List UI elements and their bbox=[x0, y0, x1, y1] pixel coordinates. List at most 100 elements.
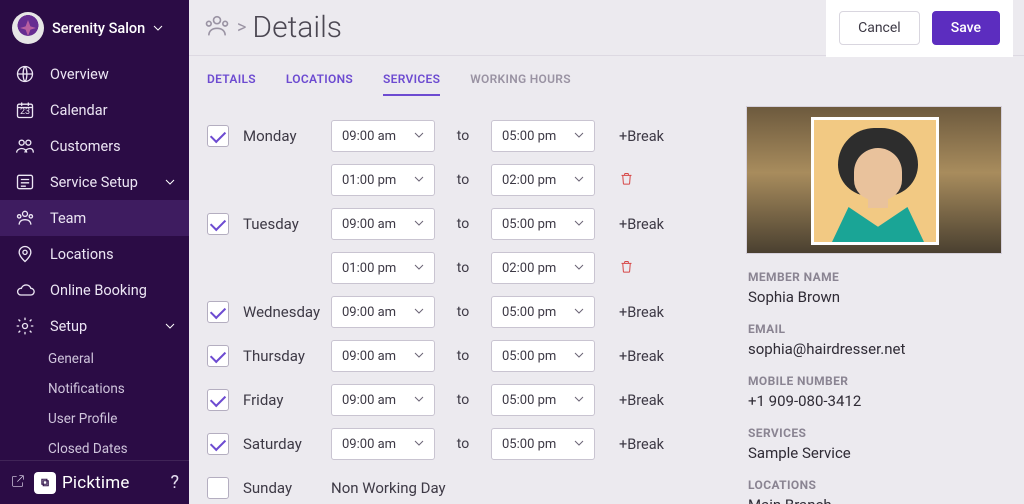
add-break-button[interactable]: +Break bbox=[619, 128, 664, 145]
member-services-value: Sample Service bbox=[748, 444, 1008, 462]
day-row: 01:00 pmto02:00 pm bbox=[207, 246, 736, 290]
from-time-select[interactable]: 09:00 am bbox=[331, 120, 435, 152]
team-breadcrumb-icon[interactable] bbox=[203, 12, 231, 44]
add-break-button[interactable]: +Break bbox=[619, 436, 664, 453]
org-switcher[interactable]: Serenity Salon bbox=[0, 0, 189, 56]
nav-online-booking[interactable]: Online Booking bbox=[0, 272, 189, 308]
cloud-icon bbox=[14, 279, 36, 301]
team-icon bbox=[14, 207, 36, 229]
nav-setup[interactable]: Setup bbox=[0, 308, 189, 344]
non-working-label: Non Working Day bbox=[331, 479, 446, 497]
day-checkbox[interactable] bbox=[207, 301, 229, 323]
to-time-select[interactable]: 05:00 pm bbox=[491, 428, 595, 460]
tab-locations[interactable]: LOCATIONS bbox=[286, 72, 353, 96]
selected-time: 01:00 pm bbox=[342, 173, 396, 188]
globe-icon bbox=[14, 63, 36, 85]
nav-setup-user-profile[interactable]: User Profile bbox=[0, 404, 189, 434]
day-checkbox[interactable] bbox=[207, 125, 229, 147]
member-email-value: sophia@hairdresser.net bbox=[748, 340, 1008, 358]
nav-setup-notifications[interactable]: Notifications bbox=[0, 374, 189, 404]
day-row: Tuesday09:00 amto05:00 pm+Break bbox=[207, 202, 736, 246]
day-checkbox[interactable] bbox=[207, 477, 229, 499]
day-row: Monday09:00 amto05:00 pm+Break bbox=[207, 114, 736, 158]
day-checkbox[interactable] bbox=[207, 389, 229, 411]
selected-time: 09:00 am bbox=[342, 129, 396, 144]
sidebar-footer: ⧉ Picktime ? bbox=[0, 460, 189, 504]
nav-setup-general[interactable]: General bbox=[0, 344, 189, 374]
from-time-select[interactable]: 09:00 am bbox=[331, 384, 435, 416]
from-time-select[interactable]: 09:00 am bbox=[331, 296, 435, 328]
to-time-select[interactable]: 05:00 pm bbox=[491, 296, 595, 328]
to-time-select[interactable]: 02:00 pm bbox=[491, 164, 595, 196]
selected-time: 09:00 am bbox=[342, 437, 396, 452]
to-label: to bbox=[435, 348, 491, 364]
member-name-value: Sophia Brown bbox=[748, 288, 1008, 306]
chevron-down-icon bbox=[574, 129, 584, 144]
to-label: to bbox=[435, 304, 491, 320]
add-break-button[interactable]: +Break bbox=[619, 392, 664, 409]
tab-details[interactable]: DETAILS bbox=[207, 72, 256, 96]
nav-label: Service Setup bbox=[50, 174, 138, 191]
nav-service-setup[interactable]: Service Setup bbox=[0, 164, 189, 200]
calendar-icon: 23 bbox=[14, 99, 36, 121]
to-time-select[interactable]: 05:00 pm bbox=[491, 120, 595, 152]
selected-time: 05:00 pm bbox=[502, 349, 556, 364]
external-link-icon[interactable] bbox=[10, 473, 26, 493]
add-break-button[interactable]: +Break bbox=[619, 348, 664, 365]
nav-calendar[interactable]: 23 Calendar bbox=[0, 92, 189, 128]
to-label: to bbox=[435, 128, 491, 144]
member-locations-value: Main Branch bbox=[748, 496, 1008, 504]
chevron-down-icon bbox=[414, 129, 424, 144]
day-checkbox[interactable] bbox=[207, 433, 229, 455]
member-mobile-value: +1 909-080-3412 bbox=[748, 392, 1008, 410]
content: Monday09:00 amto05:00 pm+Break01:00 pmto… bbox=[189, 96, 1024, 504]
from-time-select[interactable]: 01:00 pm bbox=[331, 164, 435, 196]
chevron-down-icon bbox=[574, 305, 584, 320]
add-break-button[interactable]: +Break bbox=[619, 304, 664, 321]
delete-slot-button[interactable] bbox=[619, 171, 634, 190]
delete-slot-button[interactable] bbox=[619, 259, 634, 278]
selected-time: 05:00 pm bbox=[502, 129, 556, 144]
chevron-down-icon bbox=[414, 261, 424, 276]
member-side-panel: MEMBER NAME Sophia Brown EMAIL sophia@ha… bbox=[746, 96, 1024, 504]
cancel-button[interactable]: Cancel bbox=[839, 11, 920, 45]
header-actions: Cancel Save bbox=[829, 2, 1010, 54]
nav-locations[interactable]: Locations bbox=[0, 236, 189, 272]
save-button[interactable]: Save bbox=[932, 11, 1000, 45]
from-time-select[interactable]: 09:00 am bbox=[331, 208, 435, 240]
page-header: > Details Cancel Save bbox=[189, 0, 1024, 56]
nav-setup-closed-dates[interactable]: Closed Dates bbox=[0, 434, 189, 460]
tab-services[interactable]: SERVICES bbox=[383, 72, 440, 96]
from-time-select[interactable]: 01:00 pm bbox=[331, 252, 435, 284]
chevron-down-icon bbox=[414, 393, 424, 408]
day-row: Saturday09:00 amto05:00 pm+Break bbox=[207, 422, 736, 466]
nav-label: Locations bbox=[50, 246, 114, 263]
from-time-select[interactable]: 09:00 am bbox=[331, 340, 435, 372]
help-button[interactable]: ? bbox=[170, 472, 179, 493]
sidebar: Serenity Salon Overview 23 Calendar Cust… bbox=[0, 0, 189, 504]
avatar-icon bbox=[811, 117, 939, 245]
selected-time: 01:00 pm bbox=[342, 261, 396, 276]
chevron-down-icon bbox=[414, 305, 424, 320]
to-time-select[interactable]: 05:00 pm bbox=[491, 340, 595, 372]
day-checkbox[interactable] bbox=[207, 213, 229, 235]
brand-text: Picktime bbox=[62, 473, 130, 493]
to-label: to bbox=[435, 172, 491, 188]
brand[interactable]: ⧉ Picktime bbox=[34, 472, 130, 494]
nav-label: Online Booking bbox=[50, 282, 147, 299]
to-time-select[interactable]: 05:00 pm bbox=[491, 384, 595, 416]
to-time-select[interactable]: 02:00 pm bbox=[491, 252, 595, 284]
nav-customers[interactable]: Customers bbox=[0, 128, 189, 164]
to-label: to bbox=[435, 392, 491, 408]
chevron-down-icon bbox=[414, 217, 424, 232]
add-break-button[interactable]: +Break bbox=[619, 216, 664, 233]
from-time-select[interactable]: 09:00 am bbox=[331, 428, 435, 460]
to-time-select[interactable]: 05:00 pm bbox=[491, 208, 595, 240]
day-checkbox[interactable] bbox=[207, 345, 229, 367]
breadcrumb-separator: > bbox=[237, 17, 246, 38]
tab-bar: DETAILS LOCATIONS SERVICES WORKING HOURS bbox=[189, 56, 1024, 96]
nav-overview[interactable]: Overview bbox=[0, 56, 189, 92]
nav-team[interactable]: Team bbox=[0, 200, 189, 236]
tab-working-hours[interactable]: WORKING HOURS bbox=[470, 72, 571, 96]
customers-icon bbox=[14, 135, 36, 157]
